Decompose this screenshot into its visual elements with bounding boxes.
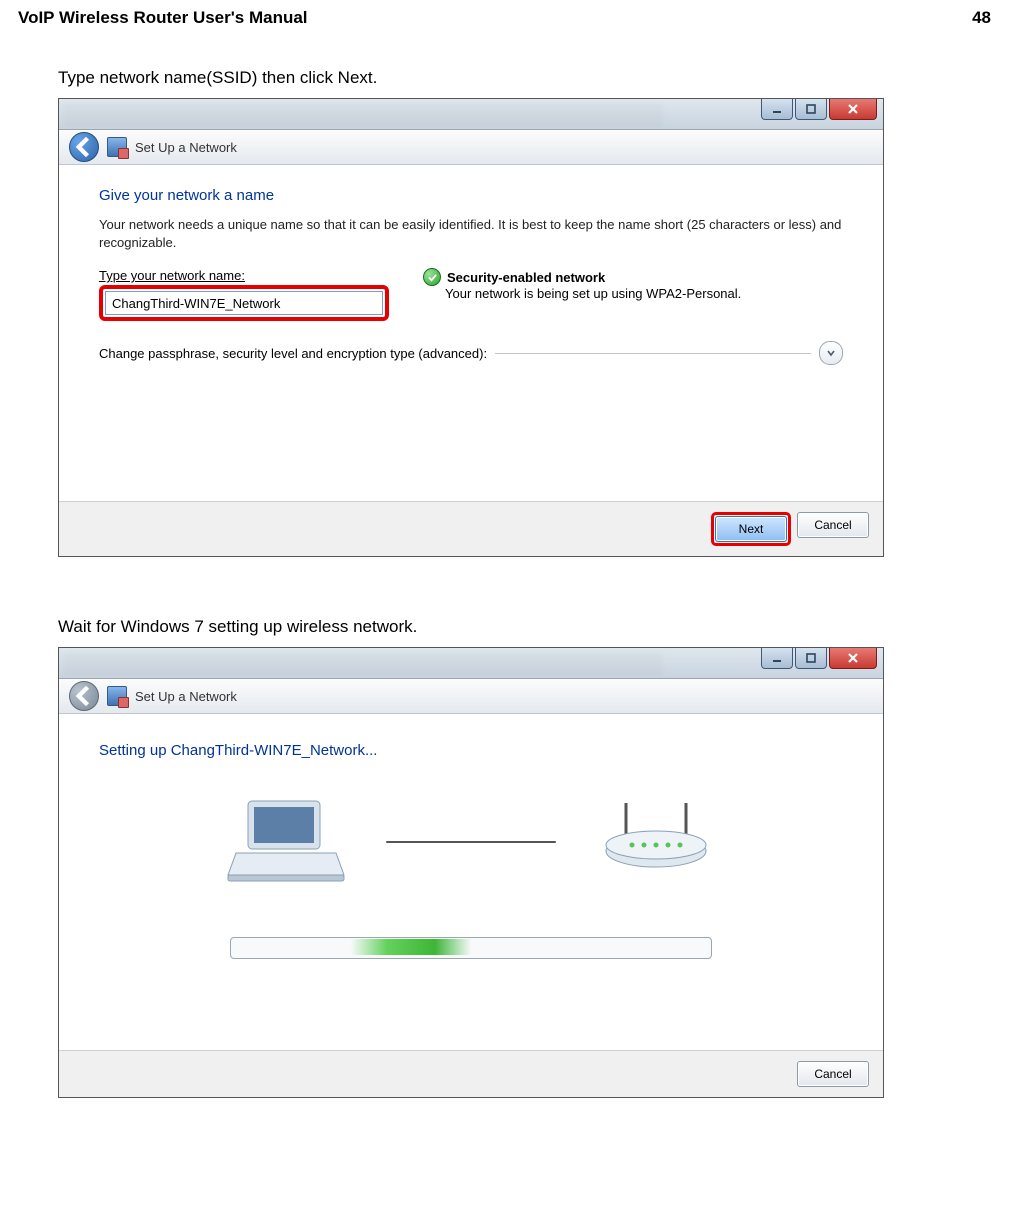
progress-heading: Setting up ChangThird-WIN7E_Network... bbox=[99, 742, 843, 759]
security-heading: Security-enabled network bbox=[447, 270, 605, 285]
instruction-text-1: Type network name(SSID) then click Next. bbox=[58, 68, 991, 88]
ssid-input[interactable] bbox=[105, 291, 383, 315]
dialog-footer: Cancel bbox=[59, 1050, 883, 1097]
close-button[interactable] bbox=[829, 99, 877, 120]
advanced-options-label: Change passphrase, security level and en… bbox=[99, 346, 487, 361]
ssid-highlight-box bbox=[99, 285, 389, 321]
maximize-button[interactable] bbox=[795, 648, 827, 669]
wizard-title: Set Up a Network bbox=[135, 140, 237, 155]
cancel-button[interactable]: Cancel bbox=[797, 1061, 869, 1087]
dialog-setting-up-network: Set Up a Network Setting up ChangThird-W… bbox=[58, 647, 884, 1098]
progress-bar bbox=[230, 937, 712, 959]
close-button[interactable] bbox=[829, 648, 877, 669]
manual-header: VoIP Wireless Router User's Manual 48 bbox=[18, 8, 991, 28]
cancel-button[interactable]: Cancel bbox=[797, 512, 869, 538]
minimize-button[interactable] bbox=[761, 648, 793, 669]
security-subtext: Your network is being set up using WPA2-… bbox=[445, 286, 843, 301]
progress-indicator bbox=[351, 939, 471, 955]
manual-title: VoIP Wireless Router User's Manual bbox=[18, 8, 308, 28]
divider bbox=[495, 353, 811, 354]
laptop-icon bbox=[226, 795, 346, 890]
minimize-button[interactable] bbox=[761, 99, 793, 120]
network-app-icon bbox=[107, 137, 127, 157]
section-description: Your network needs a unique name so that… bbox=[99, 216, 843, 252]
expand-advanced-button[interactable] bbox=[819, 341, 843, 365]
window-titlebar[interactable] bbox=[59, 648, 883, 679]
section-heading: Give your network a name bbox=[99, 187, 843, 204]
network-app-icon bbox=[107, 686, 127, 706]
back-button-disabled bbox=[69, 681, 99, 711]
back-button[interactable] bbox=[69, 132, 99, 162]
instruction-text-2: Wait for Windows 7 setting up wireless n… bbox=[58, 617, 991, 637]
ssid-field-label: Type your network name: bbox=[99, 268, 389, 283]
devices-illustration bbox=[99, 787, 843, 897]
wizard-title: Set Up a Network bbox=[135, 689, 237, 704]
next-highlight-box: Next bbox=[711, 512, 791, 546]
dialog-set-up-network-name: Set Up a Network Give your network a nam… bbox=[58, 98, 884, 557]
next-button[interactable]: Next bbox=[715, 516, 787, 542]
dialog-footer: Next Cancel bbox=[59, 501, 883, 556]
router-icon bbox=[596, 795, 716, 890]
maximize-button[interactable] bbox=[795, 99, 827, 120]
wizard-header: Set Up a Network bbox=[59, 130, 883, 165]
page-number: 48 bbox=[972, 8, 991, 28]
connection-line bbox=[386, 841, 556, 843]
wizard-header: Set Up a Network bbox=[59, 679, 883, 714]
security-enabled-icon bbox=[423, 268, 441, 286]
window-titlebar[interactable] bbox=[59, 99, 883, 130]
